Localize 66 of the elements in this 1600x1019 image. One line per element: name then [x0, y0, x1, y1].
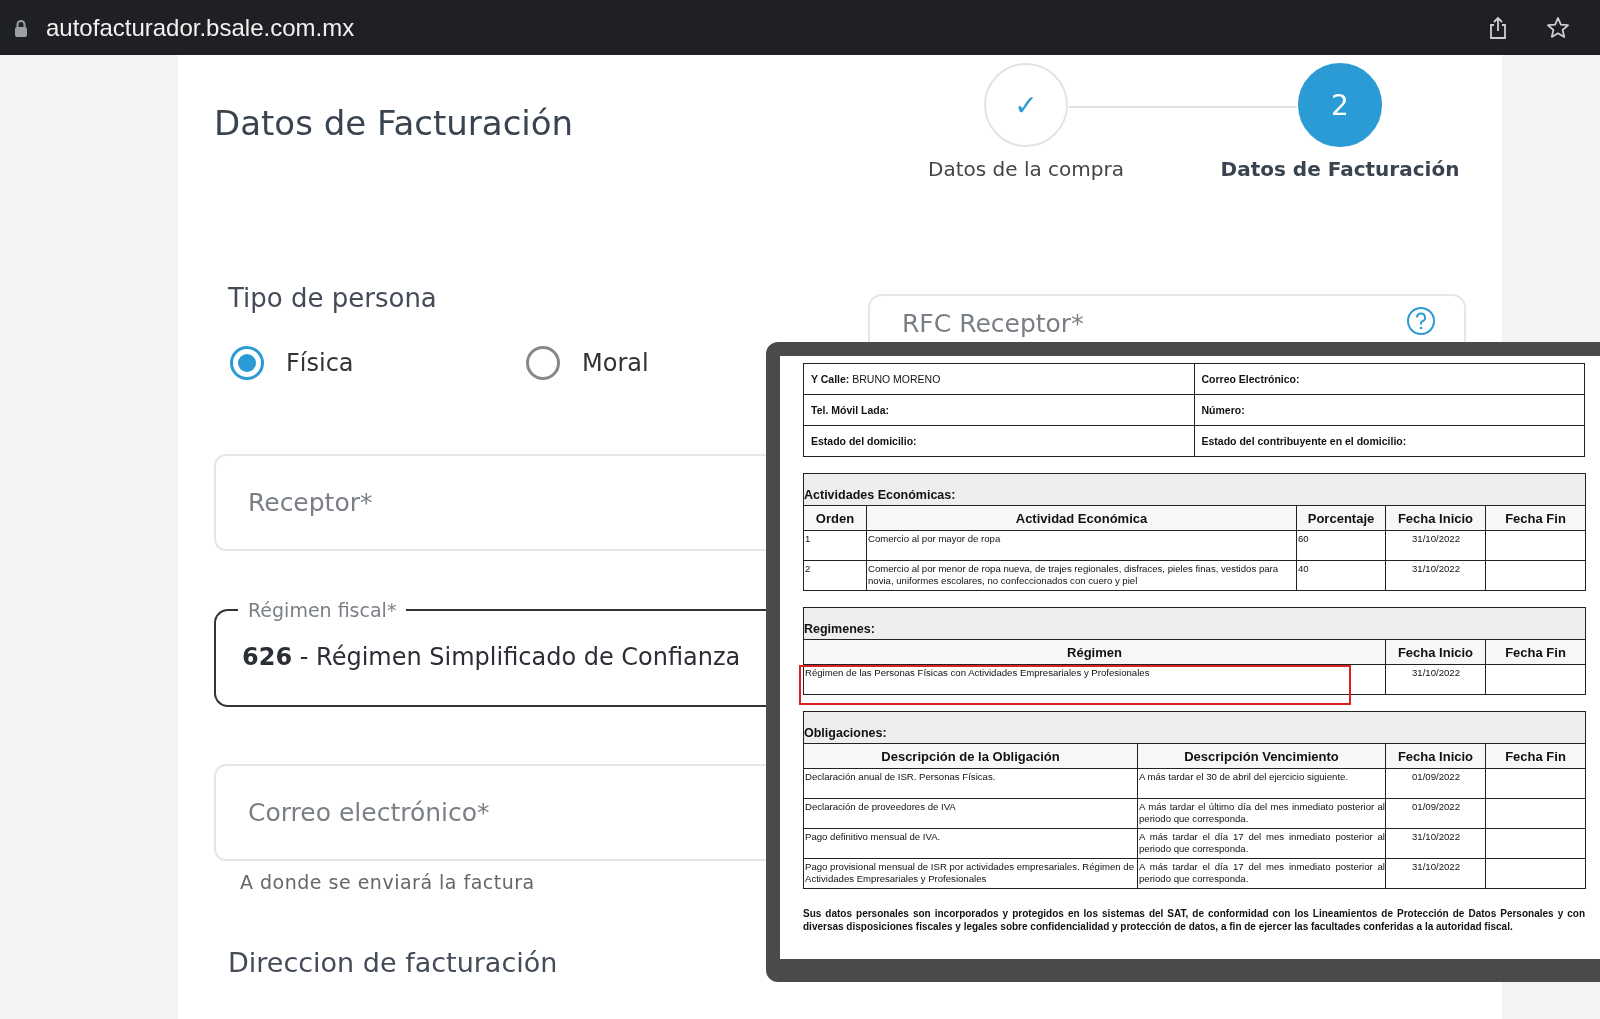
section-band: Actividades Económicas:: [803, 473, 1586, 506]
table-cell: Estado del domicilio:: [803, 425, 1194, 457]
column-header: Orden: [803, 505, 867, 531]
table-cell: A más tardar el día 17 del mes inmediato posterior al periodo que corresponda.: [1137, 828, 1386, 859]
help-icon[interactable]: [1406, 306, 1436, 336]
table-cell: 01/09/2022: [1385, 768, 1486, 799]
page-title: Datos de Facturación: [214, 103, 574, 145]
table-cell: 2: [803, 560, 867, 591]
privacy-notice: Sus datos personales son incorporados y protegidos en los sistemas del SAT, de conformidad con los Lineamientos de Protección de Datos Personales y con diversas disposiciones fiscales y legales sobre confidencialidad y protección de datos, a fin de ejercer las facultades conferidas a la autoridad fiscal.: [803, 907, 1585, 933]
table-cell: Declaración de proveedores de IVA: [803, 798, 1138, 829]
table-cell: 31/10/2022: [1385, 530, 1486, 561]
table-cell: A más tardar el 30 de abril del ejercicio siguiente.: [1137, 768, 1386, 799]
table-cell: A más tardar el día 17 del mes inmediato posterior al periodo que corresponda.: [1137, 858, 1386, 889]
step-label: Datos de la compra: [928, 157, 1124, 181]
table-cell: Correo Electrónico:: [1194, 363, 1585, 395]
radio-button[interactable]: [526, 346, 560, 380]
section-title: Tipo de persona: [228, 283, 438, 313]
table-cell: 60: [1296, 530, 1386, 561]
step-indicator: 2: [1298, 63, 1382, 147]
rfc-field[interactable]: RFC Receptor*: [868, 294, 1466, 343]
table-cell: Número:: [1194, 394, 1585, 426]
table-cell: Y Calle: BRUNO MORENO: [803, 363, 1194, 395]
table-cell: A más tardar el último día del mes inmediato posterior al periodo que corresponda.: [1137, 798, 1386, 829]
table-cell: Comercio al por mayor de ropa: [866, 530, 1297, 561]
table-cell: 40: [1296, 560, 1386, 591]
table-cell: 1: [803, 530, 867, 561]
column-header: Fecha Fin: [1485, 505, 1586, 531]
radio-label[interactable]: Física: [286, 349, 354, 377]
email-field[interactable]: Correo electrónico*: [214, 764, 766, 861]
star-icon[interactable]: [1546, 15, 1570, 40]
share-icon[interactable]: [1488, 15, 1508, 40]
table-cell: Estado del contribuyente en el domicilio:: [1194, 425, 1585, 457]
table-cell: 31/10/2022: [1385, 828, 1486, 859]
column-header: Fecha Fin: [1485, 639, 1586, 665]
column-header: Descripción de la Obligación: [803, 743, 1138, 769]
helper-text: A donde se enviará la factura: [240, 871, 535, 893]
table-cell: Tel. Móvil Lada:: [803, 394, 1194, 426]
radio-button[interactable]: [230, 346, 264, 380]
table-cell: 31/10/2022: [1385, 858, 1486, 889]
table-cell: 31/10/2022: [1385, 560, 1486, 591]
step-label: Datos de Facturación: [1220, 157, 1460, 181]
column-header: Porcentaje: [1296, 505, 1386, 531]
column-header: Fecha Fin: [1485, 743, 1586, 769]
address-bar-url[interactable]: autofacturador.bsale.com.mx: [46, 13, 355, 42]
regimen-select[interactable]: Régimen fiscal* 626 - Régimen Simplificado de Confianza: [214, 599, 766, 707]
radio-label[interactable]: Moral: [582, 349, 649, 377]
table-cell: Declaración anual de ISR. Personas Físicas.: [803, 768, 1138, 799]
table-cell: 31/10/2022: [1385, 664, 1486, 695]
column-header: Régimen: [803, 639, 1386, 665]
table-cell: Pago definitivo mensual de IVA.: [803, 828, 1138, 859]
section-heading: Direccion de facturación: [228, 947, 559, 978]
column-header: Fecha Inicio: [1385, 505, 1486, 531]
step-indicator: ✓: [984, 63, 1068, 147]
section-band: Obligaciones:: [803, 711, 1586, 744]
receptor-field[interactable]: Receptor*: [214, 454, 766, 551]
column-header: Descripción Vencimiento: [1137, 743, 1386, 769]
table-cell: 01/09/2022: [1385, 798, 1486, 829]
column-header: Actividad Económica: [866, 505, 1297, 531]
floating-label: Régimen fiscal*: [247, 599, 398, 621]
lock-icon: [14, 18, 28, 37]
column-header: Fecha Inicio: [1385, 743, 1486, 769]
table-cell: Comercio al por menor de ropa nueva, de trajes regionales, disfraces, pieles finas, vestidos para novia, uniformes escolares, no confeccionados con cuero y piel: [866, 560, 1297, 591]
table-cell: Pago provisional mensual de ISR por actividades empresariales. Régimen de Actividades Empresariales y Profesionales: [803, 858, 1138, 889]
select-value: 626 - Régimen Simplificado de Confianza: [242, 643, 741, 671]
section-band: Regimenes:: [803, 607, 1586, 640]
column-header: Fecha Inicio: [1385, 639, 1486, 665]
